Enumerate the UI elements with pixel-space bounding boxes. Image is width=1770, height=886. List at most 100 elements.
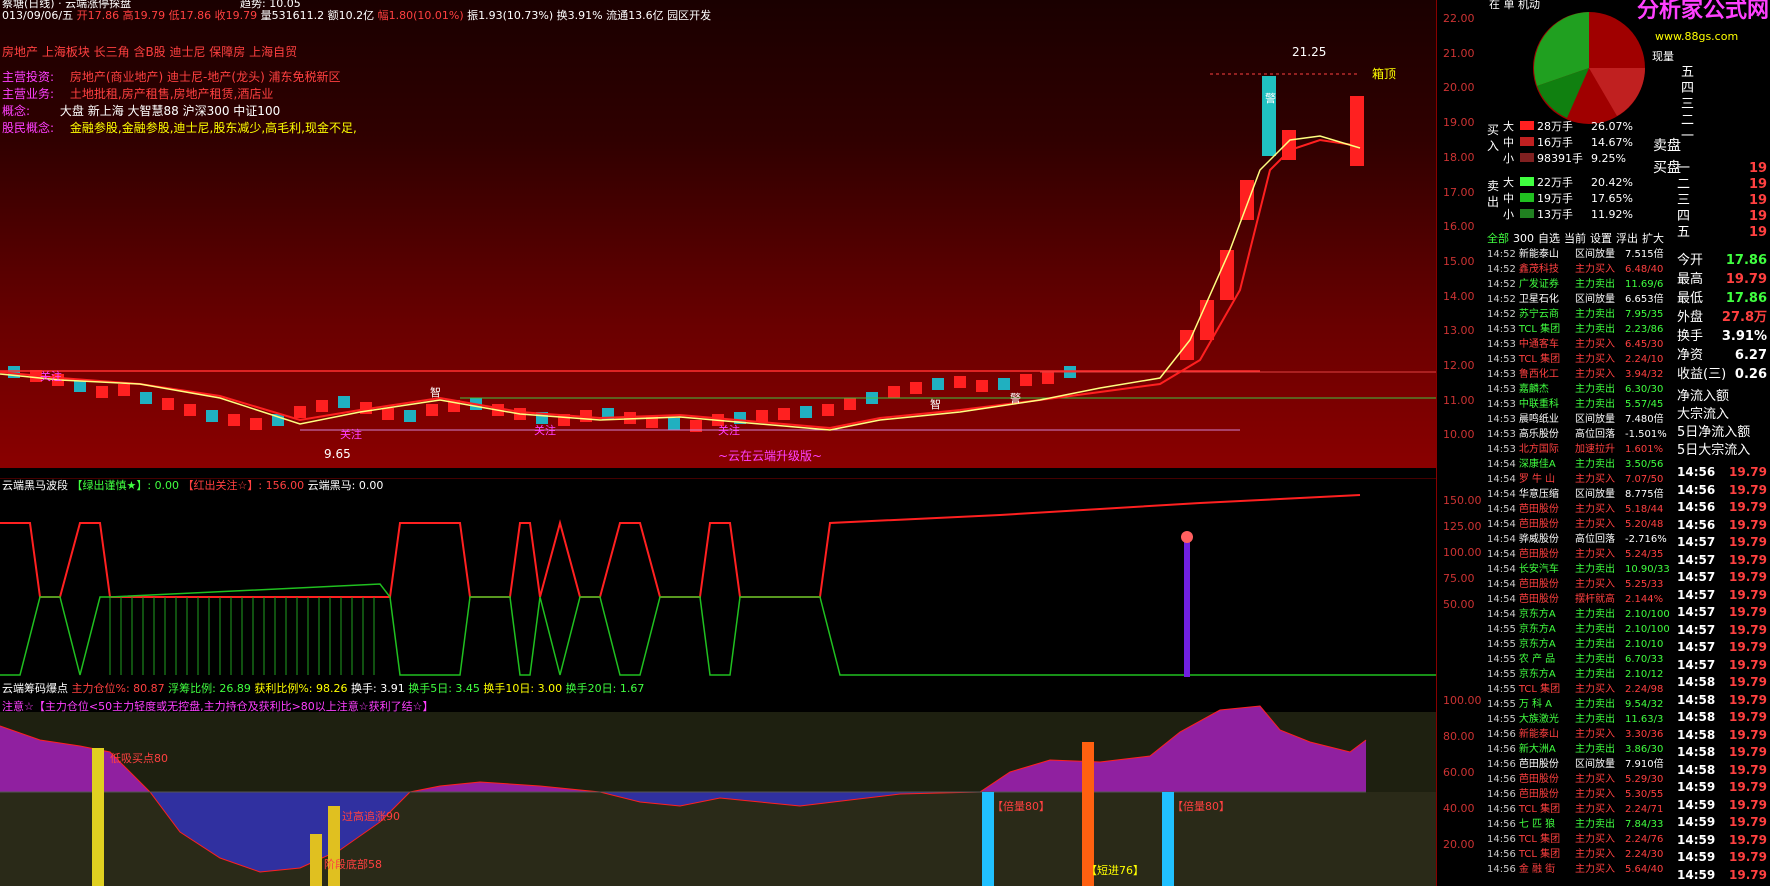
radar-row[interactable]: 14:54 芭田股份 主力买入 5.25/33 (1487, 578, 1677, 591)
tick-row[interactable]: 14:59 19.79 (1677, 798, 1769, 812)
tick-row[interactable]: 14:59 19.79 (1677, 868, 1769, 882)
tick-row[interactable]: 14:58 19.79 (1677, 728, 1769, 742)
radar-row[interactable]: 14:56 TCL 集团 主力买入 2.24/30 (1487, 848, 1677, 861)
candle (294, 406, 306, 418)
annotation-jing: 警 (1010, 392, 1021, 405)
radar-row[interactable]: 14:55 京东方A 主力卖出 2.10/100 (1487, 623, 1677, 636)
wave-indicator-pane[interactable]: 云端黑马波段 【绿出谨慎★】: 0.00 【红出关注☆】: 156.00 云端黑… (0, 478, 1436, 681)
tick-row[interactable]: 14:58 19.79 (1677, 693, 1769, 707)
tick-price: 19.79 (1729, 657, 1767, 672)
radar-row[interactable]: 14:54 长安汽车 主力卖出 10.90/33 (1487, 563, 1677, 576)
tick-row[interactable]: 14:57 19.79 (1677, 571, 1769, 584)
radar-row[interactable]: 14:54 深康佳A 主力卖出 3.50/56 (1487, 458, 1677, 471)
radar-row[interactable]: 14:55 农 产 品 主力卖出 6.70/33 (1487, 653, 1677, 666)
tick-price: 19.79 (1729, 622, 1767, 637)
stat-value: 17.86 (1725, 291, 1767, 306)
radar-row[interactable]: 14:52 新能泰山 区间放量 7.515倍 (1487, 248, 1677, 261)
radar-row[interactable]: 14:54 芭田股份 主力买入 5.20/48 (1487, 518, 1677, 531)
tick-price: 19.79 (1729, 552, 1767, 567)
radar-stock: 京东方A (1518, 609, 1556, 620)
radar-row[interactable]: 14:56 七 匹 狼 主力卖出 7.84/33 (1487, 818, 1677, 831)
candle-chart[interactable] (0, 0, 1436, 468)
radar-row[interactable]: 14:54 罗 牛 山 主力买入 7.07/50 (1487, 473, 1677, 486)
radar-tab[interactable]: 自选 (1538, 232, 1560, 245)
radar-row[interactable]: 14:56 TCL 集团 主力买入 2.24/71 (1487, 803, 1677, 816)
radar-row[interactable]: 14:53 中通客车 主力买入 6.45/30 (1487, 338, 1677, 351)
tick-row[interactable]: 14:56 19.79 (1677, 518, 1769, 532)
radar-row[interactable]: 14:56 新能泰山 主力买入 3.30/36 (1487, 728, 1677, 741)
tick-row[interactable]: 14:59 19.79 (1677, 833, 1769, 847)
radar-row[interactable]: 14:55 万 科 A 主力卖出 9.54/32 (1487, 698, 1677, 711)
tick-row[interactable]: 14:58 19.79 (1677, 763, 1769, 777)
radar-row[interactable]: 14:55 大族激光 主力卖出 11.63/3 (1487, 713, 1677, 726)
price-tick: 18.00 (1443, 150, 1475, 164)
main-chart-pane[interactable]: 蔡塘(日线) · 云端涨停探盘 趋势: 10.05 013/09/06/五 开1… (0, 0, 1436, 468)
radar-tab[interactable]: 全部 (1487, 232, 1509, 245)
radar-row[interactable]: 14:56 TCL 集团 主力买入 2.24/76 (1487, 833, 1677, 846)
tick-row[interactable]: 14:58 19.79 (1677, 676, 1769, 689)
radar-row[interactable]: 14:53 晨鸣纸业 区间放量 7.480倍 (1487, 413, 1677, 426)
flow-volume: 19万手 (1537, 192, 1573, 205)
radar-row[interactable]: 14:56 新大洲A 主力卖出 3.86/30 (1487, 743, 1677, 756)
radar-tab[interactable]: 300 (1513, 232, 1534, 245)
tick-row[interactable]: 14:57 19.79 (1677, 552, 1769, 567)
radar-row[interactable]: 14:56 芭田股份 区间放量 7.910倍 (1487, 758, 1677, 771)
stat-row: 最低 17.86 (1677, 292, 1769, 305)
radar-time: 14:55 (1487, 714, 1516, 725)
radar-row[interactable]: 14:55 TCL 集团 主力买入 2.24/98 (1487, 683, 1677, 696)
radar-row[interactable]: 14:54 华意压缩 区间放量 8.775倍 (1487, 488, 1677, 501)
tick-row[interactable]: 14:56 19.79 (1677, 483, 1769, 497)
radar-row[interactable]: 14:56 金 融 街 主力买入 5.64/40 (1487, 863, 1677, 876)
radar-row[interactable]: 14:55 京东方A 主力卖出 2.10/10 (1487, 638, 1677, 651)
radar-row[interactable]: 14:52 广发证券 主力卖出 11.69/6 (1487, 278, 1677, 291)
tick-row[interactable]: 14:58 19.79 (1677, 746, 1769, 759)
radar-value: 2.24/76 (1625, 834, 1664, 845)
radar-action: 主力卖出 (1575, 324, 1615, 335)
radar-row[interactable]: 14:53 中联重科 主力卖出 5.57/45 (1487, 398, 1677, 411)
radar-row[interactable]: 14:54 京东方A 主力卖出 2.10/100 (1487, 608, 1677, 621)
radar-value: 11.69/6 (1625, 279, 1664, 290)
radar-row[interactable]: 14:53 TCL 集团 主力卖出 2.23/86 (1487, 323, 1677, 336)
radar-row[interactable]: 14:52 苏宁云商 主力卖出 7.95/35 (1487, 308, 1677, 321)
bottom-bar (310, 834, 322, 886)
radar-row[interactable]: 14:56 芭田股份 主力买入 5.30/55 (1487, 788, 1677, 801)
radar-row[interactable]: 14:54 芭田股份 摆杆就高 2.144% (1487, 593, 1677, 606)
tick-row[interactable]: 14:57 19.79 (1677, 622, 1769, 637)
tick-row[interactable]: 14:59 19.79 (1677, 851, 1769, 864)
radar-row[interactable]: 14:53 高乐股份 高位回落 -1.501% (1487, 428, 1677, 441)
radar-row[interactable]: 14:56 芭田股份 主力买入 5.29/30 (1487, 773, 1677, 786)
radar-value: 5.24/35 (1625, 549, 1664, 560)
radar-row[interactable]: 14:55 京东方A 主力卖出 2.10/12 (1487, 668, 1677, 681)
radar-row[interactable]: 14:54 芭田股份 主力买入 5.24/35 (1487, 548, 1677, 561)
tick-row[interactable]: 14:59 19.79 (1677, 816, 1769, 829)
radar-row[interactable]: 14:53 北方国际 加速拉升 1.601% (1487, 443, 1677, 456)
tick-row[interactable]: 14:57 19.79 (1677, 606, 1769, 619)
tick-row[interactable]: 14:57 19.79 (1677, 657, 1769, 672)
radar-row[interactable]: 14:52 鑫茂科技 主力买入 6.48/40 (1487, 263, 1677, 276)
tick-row[interactable]: 14:57 19.79 (1677, 536, 1769, 549)
radar-row[interactable]: 14:54 芭田股份 主力买入 5.18/44 (1487, 503, 1677, 516)
radar-action: 主力卖出 (1575, 564, 1615, 575)
chip-indicator-pane[interactable]: 云端筹码爆点 主力仓位%: 80.87 浮筹比例: 26.89 获利比例%: 9… (0, 682, 1436, 886)
radar-tab[interactable]: 设置 (1590, 232, 1612, 245)
annotation-guanzhu: 关注 (40, 370, 62, 383)
radar-tab[interactable]: 扩大 (1642, 232, 1664, 245)
radar-time: 14:55 (1487, 654, 1516, 665)
radar-row[interactable]: 14:52 卫星石化 区间放量 6.653倍 (1487, 293, 1677, 306)
tick-row[interactable]: 14:59 19.79 (1677, 781, 1769, 794)
radar-row[interactable]: 14:54 骅威股份 高位回落 -2.716% (1487, 533, 1677, 546)
tick-row[interactable]: 14:57 19.79 (1677, 588, 1769, 602)
radar-tab[interactable]: 浮出 (1616, 232, 1638, 245)
tick-row[interactable]: 14:57 19.79 (1677, 641, 1769, 654)
radar-row[interactable]: 14:53 嘉麟杰 主力卖出 6.30/30 (1487, 383, 1677, 396)
radar-row[interactable]: 14:53 鲁西化工 主力买入 3.94/32 (1487, 368, 1677, 381)
radar-row[interactable]: 14:53 TCL 集团 主力买入 2.24/10 (1487, 353, 1677, 366)
radar-tabs[interactable]: 全部 300 自选 当前 设置 浮出 扩大 (1487, 232, 1668, 245)
radar-tab[interactable]: 当前 (1564, 232, 1586, 245)
flow-volume: 98391手 (1537, 152, 1583, 165)
tick-row[interactable]: 14:56 19.79 (1677, 501, 1769, 514)
radar-time: 14:56 (1487, 804, 1516, 815)
radar-stock: 芭田股份 (1518, 549, 1559, 560)
tick-row[interactable]: 14:58 19.79 (1677, 711, 1769, 724)
tick-row[interactable]: 14:56 19.79 (1677, 466, 1769, 479)
